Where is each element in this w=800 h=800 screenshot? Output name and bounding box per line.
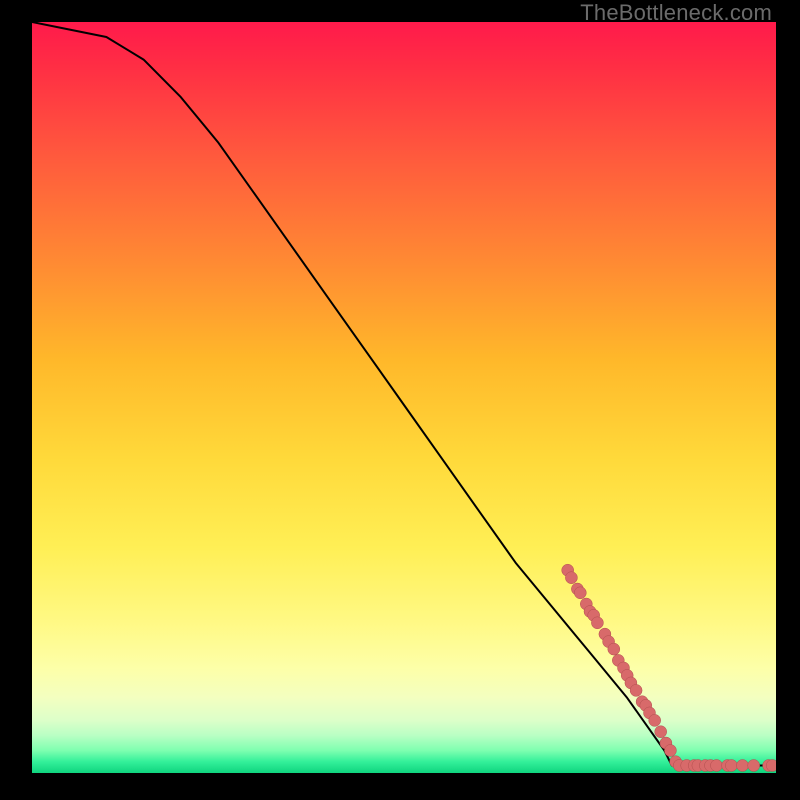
chart-stage: TheBottleneck.com	[0, 0, 800, 800]
plot-area	[32, 22, 776, 773]
highlight-dot	[630, 684, 642, 696]
highlight-dots-group	[562, 564, 776, 771]
highlight-dot	[591, 617, 603, 629]
bottleneck-curve	[32, 22, 776, 766]
highlight-dot	[655, 726, 667, 738]
highlight-dot	[649, 714, 661, 726]
plot-overlay	[32, 22, 776, 773]
highlight-dot	[725, 760, 737, 772]
highlight-dot	[565, 572, 577, 584]
highlight-dot	[711, 760, 723, 772]
highlight-dot	[664, 745, 676, 757]
highlight-dot	[574, 587, 586, 599]
highlight-dot	[748, 760, 760, 772]
highlight-dot	[766, 760, 776, 772]
highlight-dot	[737, 760, 749, 772]
highlight-dot	[608, 643, 620, 655]
